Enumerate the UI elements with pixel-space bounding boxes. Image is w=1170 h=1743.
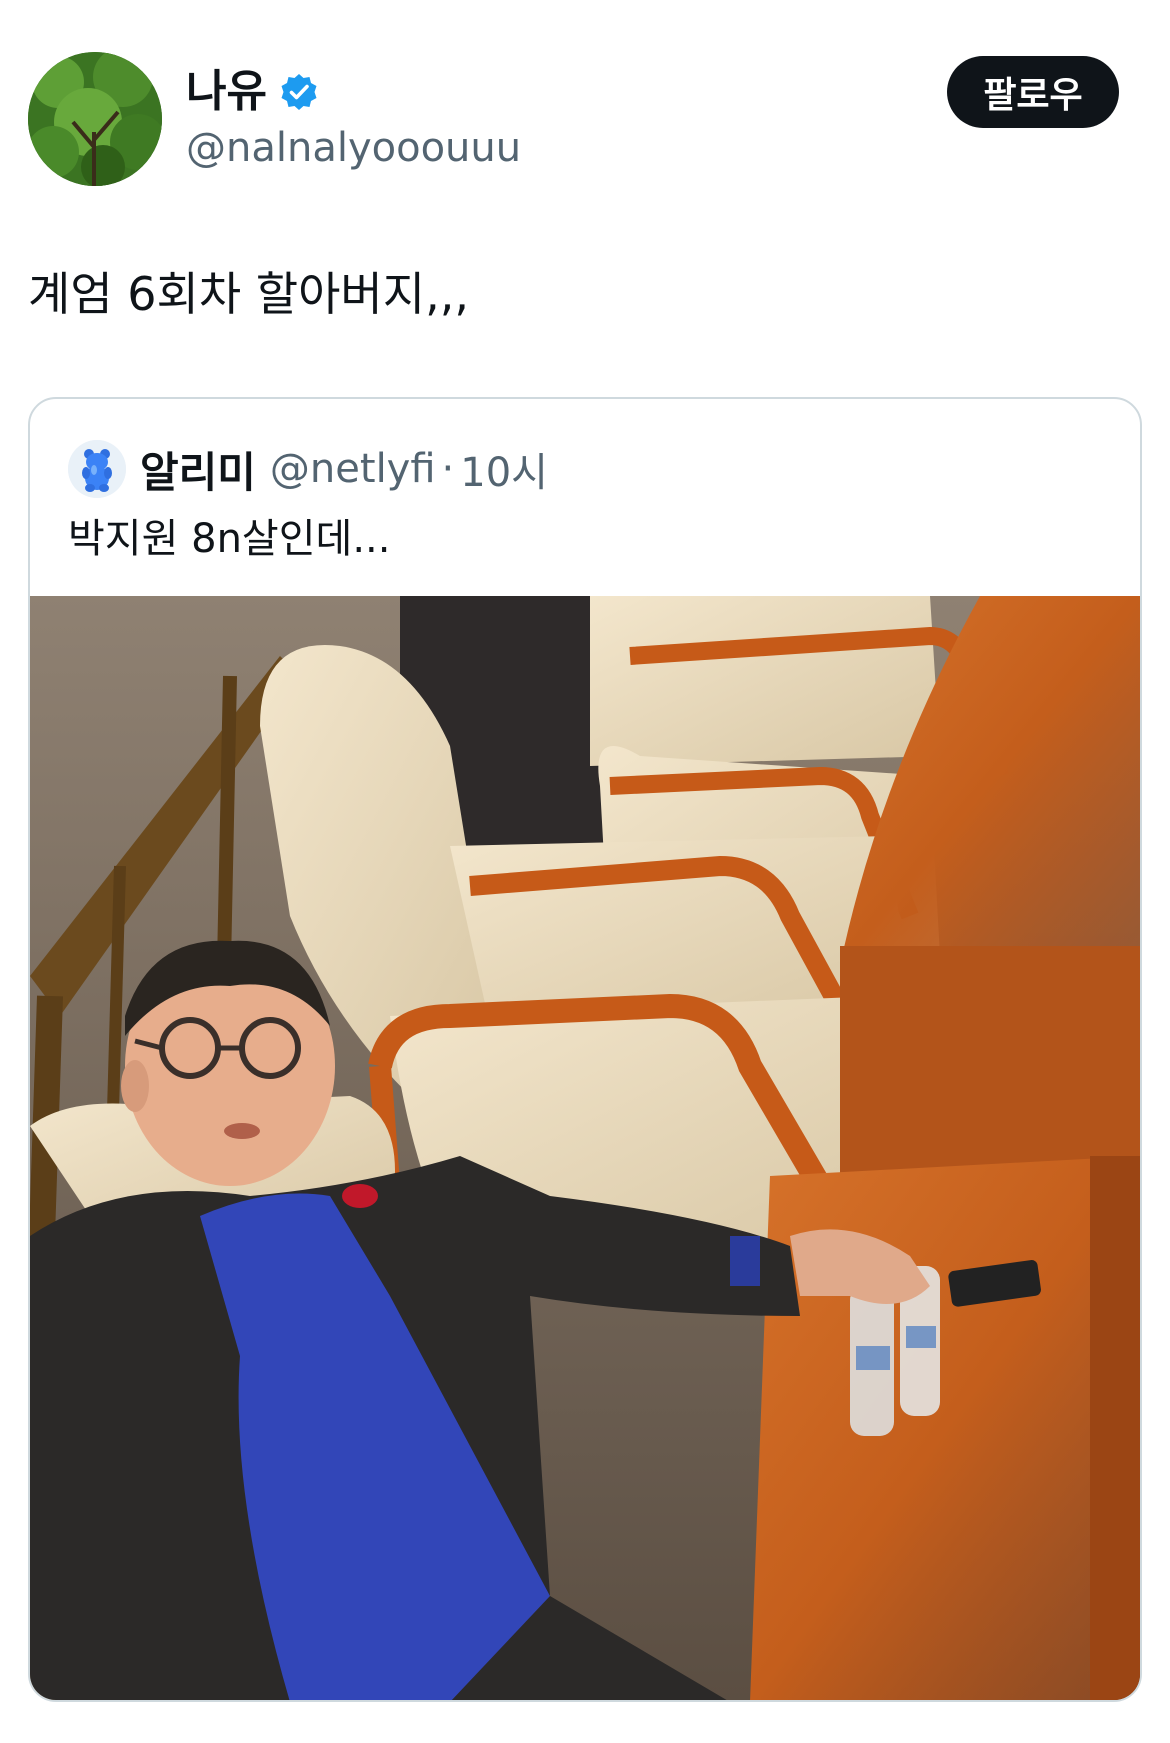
tweet-header: 나유 @nalnalyooouuu 팔로우	[0, 0, 1170, 200]
gummy-bear-icon	[68, 440, 126, 498]
follow-button[interactable]: 팔로우	[947, 56, 1119, 128]
quoted-tweet-header: 알리미 @netlyfi · 10시	[68, 439, 548, 499]
quoted-tweet-time[interactable]: 10시	[460, 440, 548, 498]
quoted-tweet-card[interactable]: 알리미 @netlyfi · 10시 박지원 8n살인데...	[28, 397, 1142, 1702]
tweet-text: 계엄 6회차 할아버지,,,	[28, 267, 469, 321]
author-display-name[interactable]: 나유	[186, 62, 267, 122]
tree-avatar-icon	[28, 52, 162, 186]
quoted-author-handle[interactable]: @netlyfi	[270, 446, 436, 492]
quoted-author-avatar[interactable]	[68, 440, 126, 498]
quoted-tweet-text: 박지원 8n살인데...	[68, 516, 391, 562]
quoted-tweet-photo[interactable]	[30, 596, 1140, 1700]
author-handle[interactable]: @nalnalyooouuu	[186, 122, 521, 174]
verified-badge-icon	[279, 72, 319, 112]
author-name-row: 나유	[186, 62, 319, 122]
quoted-author-name[interactable]: 알리미	[140, 439, 256, 500]
separator-dot: ·	[441, 446, 455, 492]
photo-sleeping-man-in-assembly-icon	[30, 596, 1140, 1700]
author-avatar[interactable]	[28, 52, 162, 186]
